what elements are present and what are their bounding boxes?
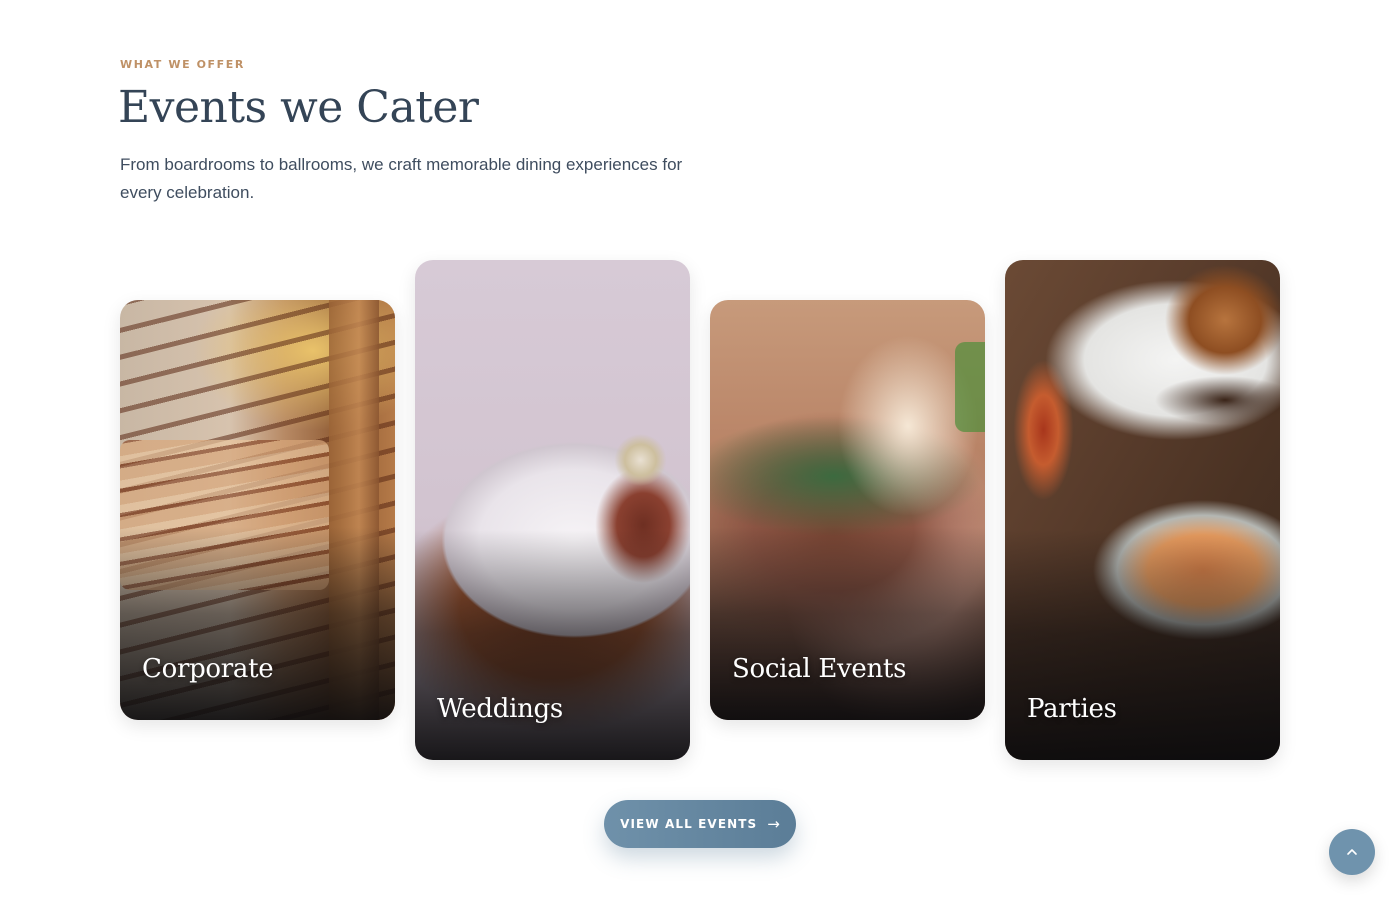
card-gradient-overlay <box>415 530 690 760</box>
arrow-right-icon: → <box>767 815 780 833</box>
event-card-label: Corporate <box>142 654 274 684</box>
card-gradient-overlay <box>120 526 395 720</box>
chevron-up-icon <box>1347 849 1357 855</box>
event-card-corporate[interactable]: Corporate <box>120 300 395 720</box>
event-card-label: Weddings <box>437 694 563 724</box>
card-gradient-overlay <box>710 526 985 720</box>
section-title: Events we Cater <box>118 82 479 133</box>
view-all-events-button[interactable]: VIEW ALL EVENTS → <box>604 800 796 848</box>
back-to-top-button[interactable] <box>1329 829 1375 875</box>
view-all-events-label: VIEW ALL EVENTS <box>620 817 758 831</box>
event-card-parties[interactable]: Parties <box>1005 260 1280 760</box>
section-eyebrow: WHAT WE OFFER <box>120 58 245 71</box>
event-card-label: Social Events <box>732 654 907 684</box>
event-card-weddings[interactable]: Weddings <box>415 260 690 760</box>
event-card-social-events[interactable]: Social Events <box>710 300 985 720</box>
event-card-label: Parties <box>1027 694 1117 724</box>
section-intro: From boardrooms to ballrooms, we craft m… <box>120 155 683 202</box>
card-gradient-overlay <box>1005 530 1280 760</box>
